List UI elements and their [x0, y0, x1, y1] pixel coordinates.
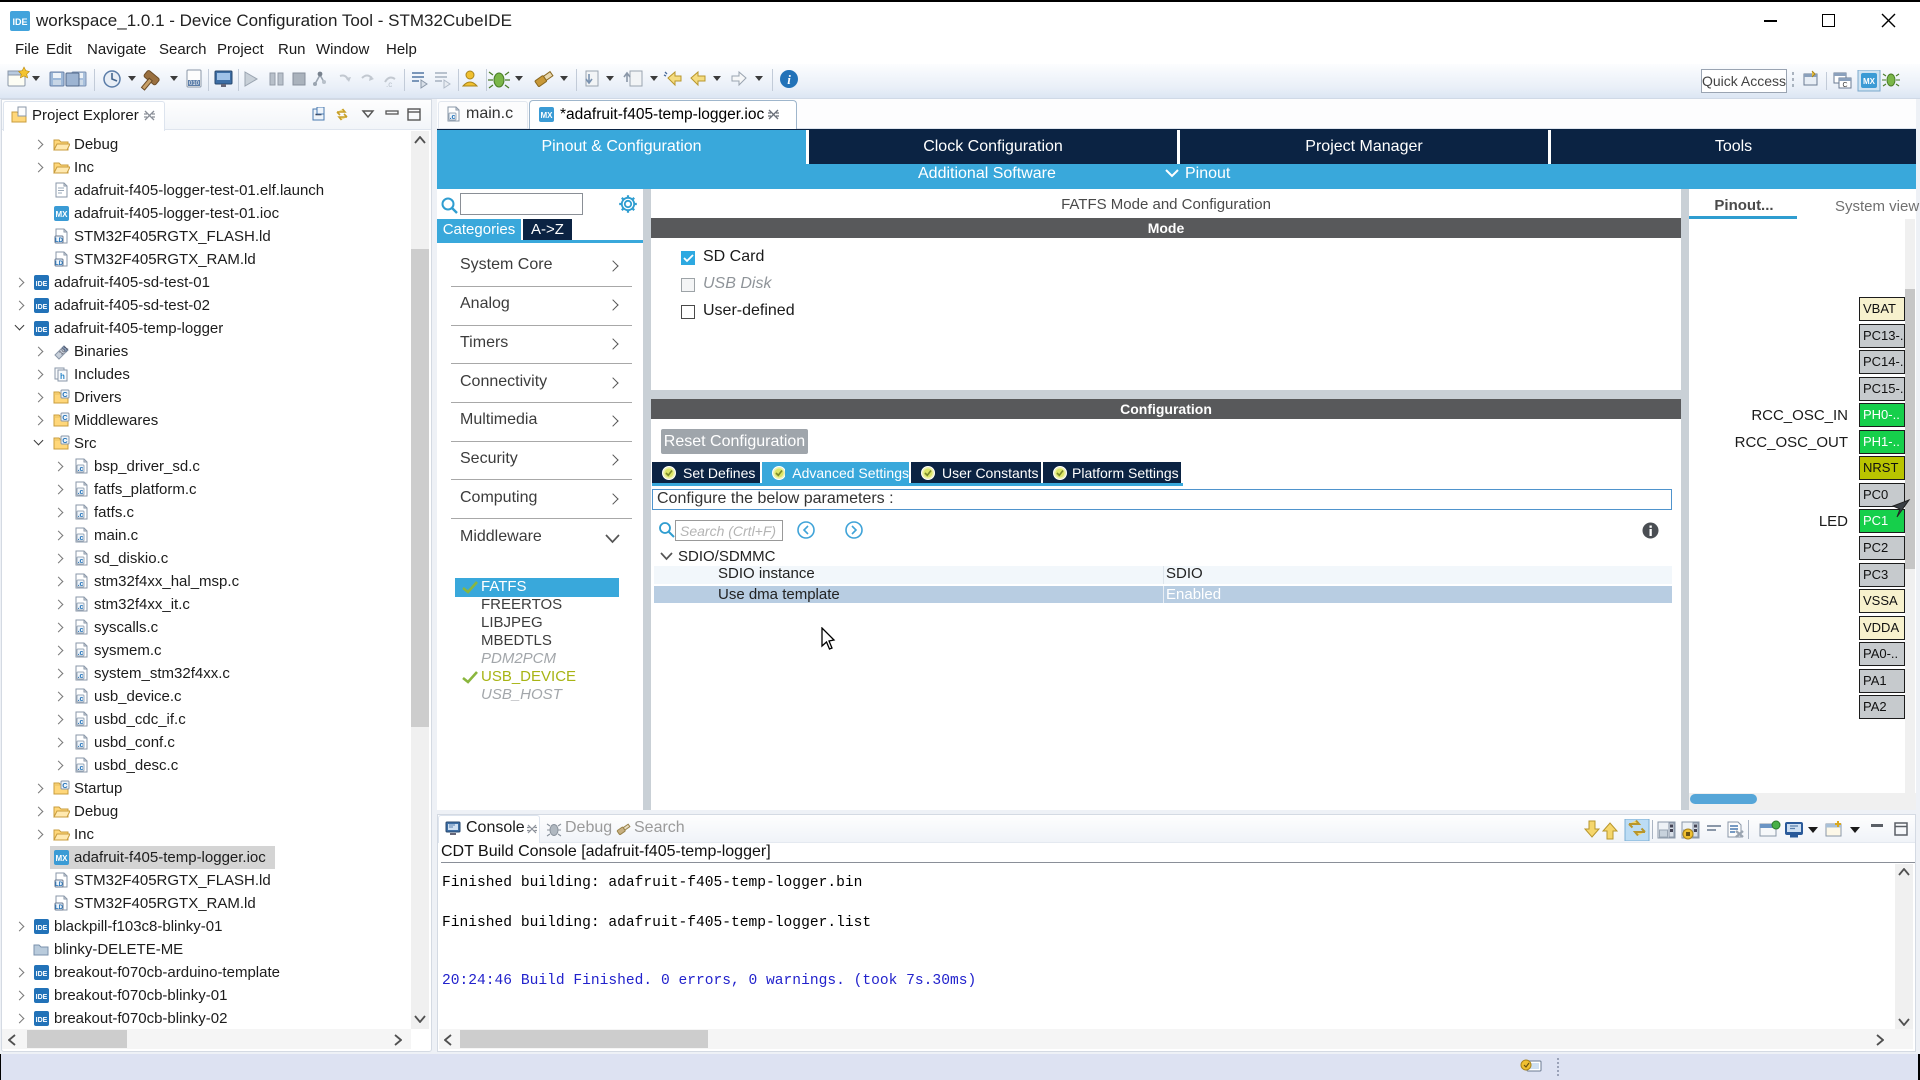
svg-text:MX: MX	[1863, 77, 1876, 86]
svg-text:C: C	[1842, 82, 1847, 89]
svg-text:i: i	[787, 72, 791, 87]
svg-text:IDE: IDE	[12, 17, 27, 27]
svg-text:010: 010	[189, 81, 200, 87]
svg-text:.c: .c	[386, 80, 392, 89]
